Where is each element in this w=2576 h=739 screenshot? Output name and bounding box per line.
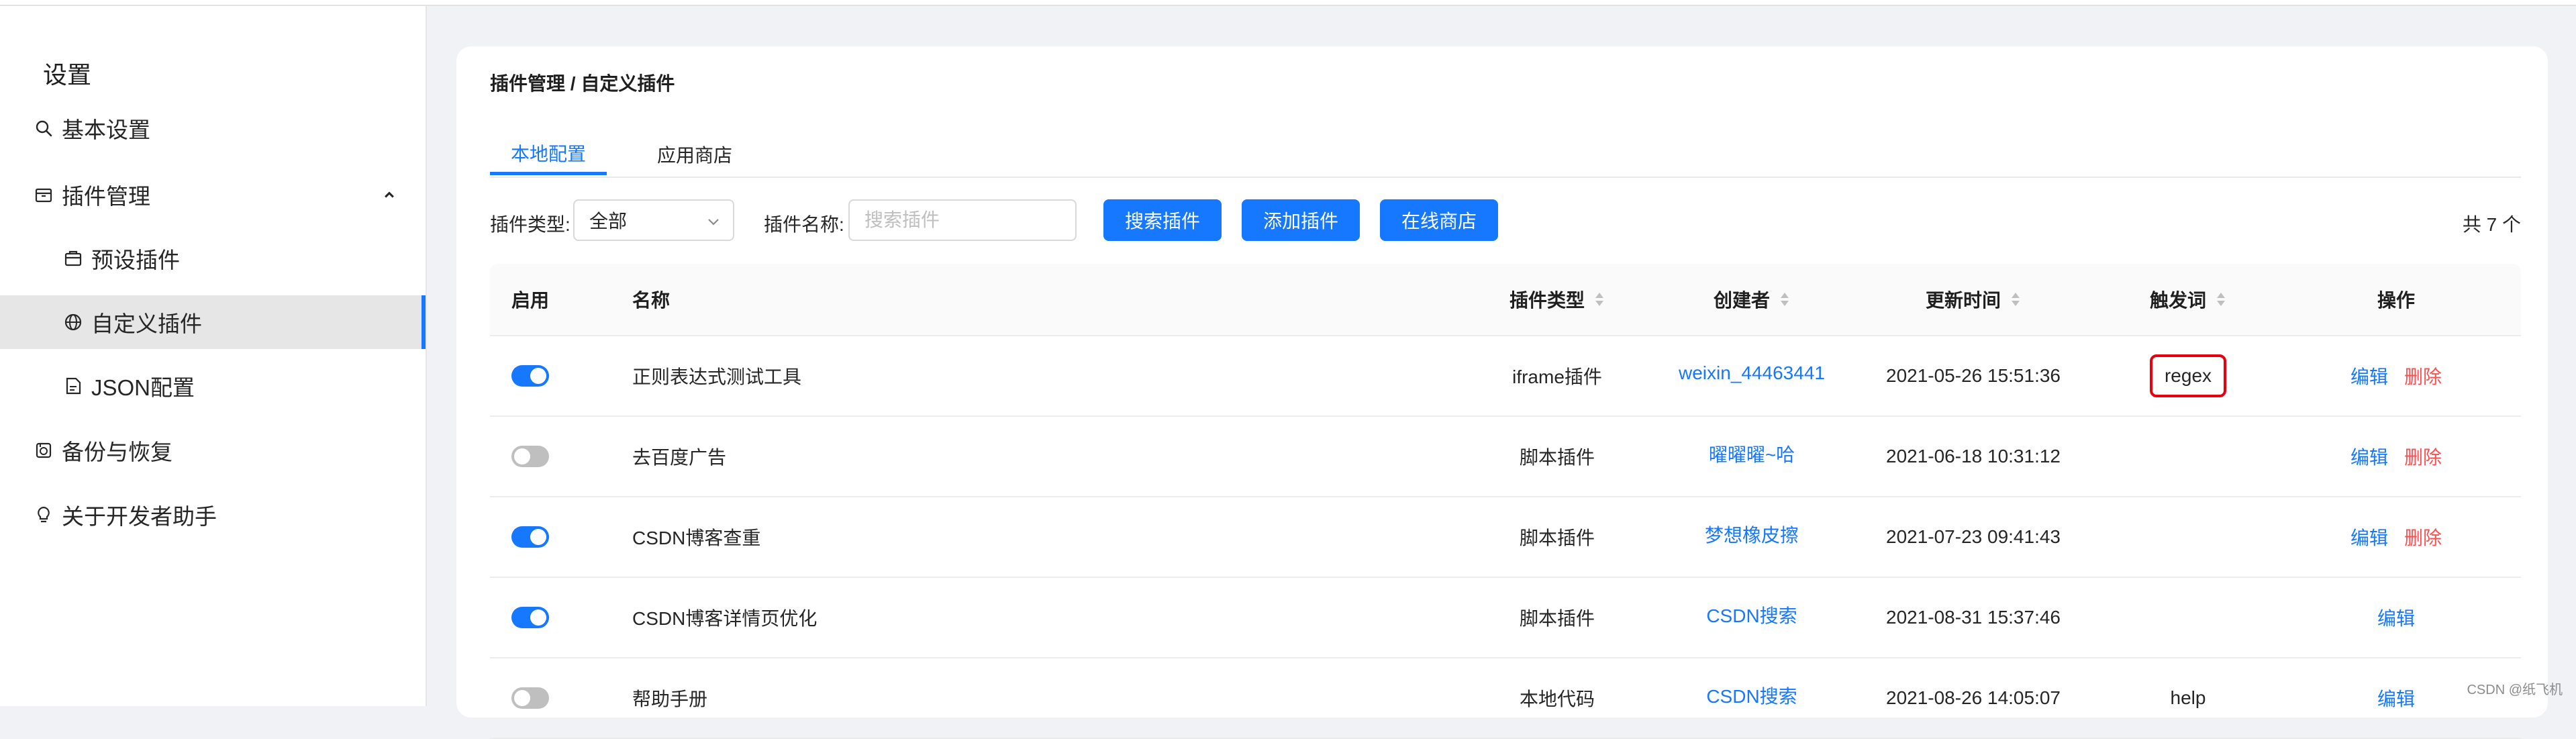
watermark: CSDN @纸飞机 (2467, 683, 2563, 697)
sidebar-item-about-developer[interactable]: 关于开发者助手 (0, 488, 426, 542)
creator-link[interactable]: CSDN搜索 (1658, 575, 1846, 654)
column-header-updated-label: 更新时间 (1925, 290, 2001, 311)
delete-link[interactable]: 删除 (2404, 524, 2442, 550)
column-header-trigger[interactable]: 触发词 (2101, 264, 2275, 335)
sidebar-item-json-config[interactable]: JSON配置 (0, 359, 426, 413)
column-header-updated[interactable]: 更新时间 (1846, 264, 2101, 335)
chevron-up-icon[interactable] (380, 185, 399, 204)
table-row: CSDN博客详情页优化 脚本插件 CSDN搜索 2021-08-31 15:37… (490, 578, 2521, 658)
column-header-type[interactable]: 插件类型 (1456, 264, 1658, 335)
creator-link[interactable]: 梦想橡皮擦 (1658, 495, 1846, 574)
column-header-actions: 操作 (2377, 290, 2415, 311)
plugin-type: 脚本插件 (1519, 608, 1595, 629)
updated-time: 2021-06-18 10:31:12 (1886, 446, 2061, 466)
tab-app-store[interactable]: 应用商店 (636, 134, 753, 175)
column-header-creator-label: 创建者 (1713, 290, 1770, 311)
table-row: 去百度广告 脚本插件 曜曜曜~哈 2021-06-18 10:31:12 编辑 … (490, 417, 2521, 497)
sidebar-item-custom-plugins[interactable]: 自定义插件 (0, 295, 426, 349)
edit-link[interactable]: 编辑 (2350, 362, 2388, 389)
updated-time: 2021-08-26 14:05:07 (1886, 687, 2061, 708)
plugin-name: 正则表达式测试工具 (632, 366, 802, 387)
backup-icon (32, 439, 55, 462)
plugin-name-input[interactable] (848, 199, 1077, 241)
sidebar-item-basic-settings[interactable]: 基本设置 (0, 101, 426, 155)
updated-time: 2021-05-26 15:51:36 (1886, 365, 2061, 386)
filter-bar: 插件类型: 全部 插件名称: 搜索插件 添加插件 在线商店 共 7 个 (490, 199, 2521, 242)
column-header-creator[interactable]: 创建者 (1658, 264, 1846, 335)
sidebar: 设置 基本设置 插件管理 预设插件 自定义插件 JSON配置 备份与恢复 关于开… (0, 6, 427, 706)
sort-icon[interactable] (1779, 291, 1790, 307)
search-plugin-button[interactable]: 搜索插件 (1103, 199, 1222, 241)
table-row: 正则表达式测试工具 iframe插件 weixin_44463441 2021-… (490, 336, 2521, 417)
creator-link[interactable]: weixin_44463441 (1658, 334, 1846, 413)
tab-bar: 本地配置 应用商店 (490, 134, 2521, 178)
plugin-type: iframe插件 (1512, 366, 1602, 387)
plugin-type: 本地代码 (1519, 689, 1595, 709)
edit-link[interactable]: 编辑 (2350, 524, 2388, 550)
plugin-table: 启用 名称 插件类型 创建者 更新时间 触发词 操作 正则表达式测试工具 ifr… (490, 264, 2521, 739)
sidebar-item-label: 插件管理 (62, 184, 150, 209)
trigger-word-highlighted: regex (2149, 354, 2227, 397)
column-header-enabled: 启用 (511, 290, 550, 311)
enable-toggle[interactable] (511, 446, 549, 467)
globe-icon (62, 311, 85, 334)
edit-link[interactable]: 编辑 (2350, 443, 2388, 470)
sidebar-item-label: JSON配置 (91, 375, 195, 400)
plugin-type-label: 插件类型: (490, 214, 571, 235)
enable-toggle[interactable] (511, 526, 549, 548)
updated-time: 2021-08-31 15:37:46 (1886, 607, 2061, 628)
sort-icon[interactable] (2010, 291, 2021, 307)
sidebar-item-label: 备份与恢复 (62, 440, 172, 464)
updated-time: 2021-07-23 09:41:43 (1886, 526, 2061, 547)
plugin-name: CSDN博客查重 (632, 528, 761, 548)
sidebar-item-plugin-management[interactable]: 插件管理 (0, 168, 426, 221)
sidebar-item-label: 基本设置 (62, 117, 150, 142)
main-card: 插件管理 / 自定义插件 本地配置 应用商店 插件类型: 全部 插件名称: 搜索… (456, 46, 2548, 739)
sidebar-item-label: 自定义插件 (91, 311, 202, 336)
plugin-type: 脚本插件 (1519, 447, 1595, 468)
enable-toggle[interactable] (511, 365, 549, 387)
sidebar-item-label: 预设插件 (91, 248, 180, 273)
total-count: 共 7 个 (2462, 214, 2521, 235)
creator-link[interactable]: CSDN搜索 (1658, 656, 1846, 735)
sidebar-item-backup-restore[interactable]: 备份与恢复 (0, 424, 426, 477)
edit-link[interactable]: 编辑 (2377, 604, 2415, 631)
search-icon (32, 117, 55, 140)
table-row: 帮助手册 本地代码 CSDN搜索 2021-08-26 14:05:07 hel… (490, 658, 2521, 739)
sort-icon[interactable] (2216, 291, 2226, 307)
tab-local-config[interactable]: 本地配置 (490, 134, 607, 175)
enable-toggle[interactable] (511, 607, 549, 628)
edit-link[interactable]: 编辑 (2377, 685, 2415, 711)
plugin-name: CSDN博客详情页优化 (632, 608, 818, 629)
chevron-down-icon (708, 219, 719, 226)
box-icon (32, 183, 55, 206)
top-bar (0, 0, 2576, 6)
bulb-icon (32, 503, 55, 526)
trigger-word: help (2170, 687, 2206, 708)
plugin-name: 去百度广告 (632, 447, 727, 468)
column-header-type-label: 插件类型 (1509, 290, 1585, 311)
plugin-type: 脚本插件 (1519, 528, 1595, 548)
breadcrumb: 插件管理 / 自定义插件 (490, 73, 675, 94)
sidebar-title: 设置 (43, 61, 92, 89)
column-header-name: 名称 (632, 290, 671, 311)
sort-icon[interactable] (1594, 291, 1605, 307)
online-store-button[interactable]: 在线商店 (1380, 199, 1498, 241)
sidebar-item-preset-plugins[interactable]: 预设插件 (0, 232, 426, 285)
plugin-type-value: 全部 (589, 211, 628, 232)
package-icon (62, 247, 85, 270)
sidebar-item-label: 关于开发者助手 (62, 504, 217, 529)
json-file-icon (62, 375, 85, 397)
enable-toggle[interactable] (511, 687, 549, 709)
delete-link[interactable]: 删除 (2404, 362, 2442, 389)
table-row: CSDN博客查重 脚本插件 梦想橡皮擦 2021-07-23 09:41:43 … (490, 497, 2521, 578)
plugin-name: 帮助手册 (632, 689, 708, 709)
plugin-name-label: 插件名称: (764, 214, 844, 235)
add-plugin-button[interactable]: 添加插件 (1242, 199, 1360, 241)
column-header-trigger-label: 触发词 (2149, 290, 2206, 311)
table-header: 启用 名称 插件类型 创建者 更新时间 触发词 操作 (490, 264, 2521, 336)
delete-link[interactable]: 删除 (2404, 443, 2442, 470)
plugin-type-select[interactable]: 全部 (573, 199, 734, 241)
creator-link[interactable]: 曜曜曜~哈 (1658, 414, 1846, 493)
